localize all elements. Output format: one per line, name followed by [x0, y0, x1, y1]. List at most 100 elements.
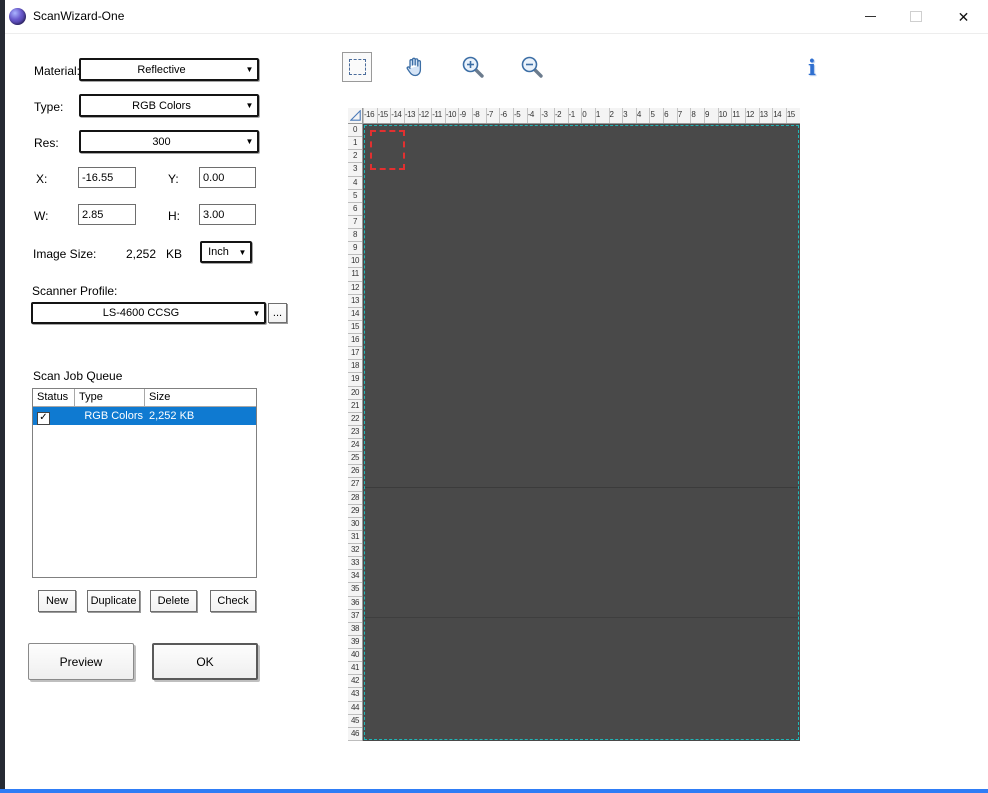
h-ruler-mark: -14 — [390, 108, 404, 123]
info-button[interactable]: i — [797, 52, 827, 82]
v-ruler-mark: 15 — [348, 321, 362, 334]
w-label: W: — [34, 209, 48, 223]
scan-job-queue-table: Status Type Size ✓RGB Colors2,252 KB — [32, 388, 257, 578]
selection-tool-button[interactable] — [342, 52, 372, 82]
scan-preview-area[interactable] — [363, 124, 800, 741]
h-label: H: — [168, 209, 180, 223]
chevron-down-icon: ▼ — [235, 248, 250, 257]
h-ruler-mark: 0 — [581, 108, 595, 123]
app-icon — [9, 8, 26, 25]
v-ruler-mark: 41 — [348, 662, 362, 675]
zoom-out-tool-button[interactable] — [517, 52, 547, 82]
pan-tool-button[interactable] — [400, 52, 430, 82]
unit-dropdown[interactable]: Inch ▼ — [200, 241, 252, 263]
h-ruler-mark: -4 — [527, 108, 541, 123]
job-queue-row[interactable]: ✓RGB Colors2,252 KB — [33, 407, 256, 425]
scan-artifact-line — [363, 487, 800, 488]
h-ruler-mark: -5 — [513, 108, 527, 123]
v-ruler-mark: 16 — [348, 334, 362, 347]
h-ruler-mark: 1 — [595, 108, 609, 123]
h-ruler-mark: 6 — [663, 108, 677, 123]
v-ruler-mark: 5 — [348, 190, 362, 203]
material-value: Reflective — [81, 64, 242, 76]
ruler-corner — [348, 108, 363, 124]
h-ruler-mark: 16 — [800, 108, 801, 123]
scan-artifact-line — [363, 617, 800, 618]
y-field[interactable] — [199, 167, 256, 188]
material-label: Material: — [34, 64, 80, 78]
delete-button[interactable]: Delete — [150, 590, 197, 612]
job-status-cell: ✓ — [33, 407, 75, 425]
h-ruler-mark: -2 — [554, 108, 568, 123]
selection-marquee[interactable] — [370, 130, 405, 170]
browse-profile-button[interactable]: ... — [268, 303, 287, 323]
v-ruler-mark: 23 — [348, 426, 362, 439]
v-ruler-mark: 40 — [348, 649, 362, 662]
v-ruler-mark: 31 — [348, 531, 362, 544]
v-ruler-mark: 3 — [348, 163, 362, 176]
duplicate-button[interactable]: Duplicate — [87, 590, 140, 612]
v-ruler-mark: 45 — [348, 715, 362, 728]
scanner-profile-value: LS-4600 CCSG — [33, 307, 249, 319]
v-ruler-mark: 34 — [348, 570, 362, 583]
v-ruler-mark: 38 — [348, 623, 362, 636]
scanner-profile-dropdown[interactable]: LS-4600 CCSG ▼ — [31, 302, 266, 324]
v-ruler-mark: 26 — [348, 465, 362, 478]
h-ruler-mark: 15 — [786, 108, 800, 123]
column-header-status[interactable]: Status — [33, 389, 75, 406]
h-ruler-mark: 11 — [731, 108, 745, 123]
h-ruler-mark: 4 — [636, 108, 650, 123]
v-ruler-mark: 36 — [348, 597, 362, 610]
image-size-value: 2,252 — [124, 247, 156, 261]
preview-button[interactable]: Preview — [28, 643, 134, 680]
h-ruler-mark: 2 — [609, 108, 623, 123]
v-ruler-mark: 18 — [348, 360, 362, 373]
image-size-unit: KB — [166, 247, 182, 261]
v-ruler-mark: 32 — [348, 544, 362, 557]
zoom-in-tool-button[interactable] — [458, 52, 488, 82]
v-ruler-mark: 29 — [348, 505, 362, 518]
material-dropdown[interactable]: Reflective ▼ — [79, 58, 259, 81]
vertical-ruler: 0123456789101112131415161718192021222324… — [348, 124, 363, 741]
check-button[interactable]: Check — [210, 590, 256, 612]
horizontal-ruler: -16-15-14-13-12-11-10-9-8-7-6-5-4-3-2-10… — [363, 108, 800, 124]
scan-job-queue-label: Scan Job Queue — [33, 369, 122, 383]
minimize-button[interactable] — [847, 0, 893, 33]
marquee-icon — [349, 59, 366, 75]
v-ruler-mark: 25 — [348, 452, 362, 465]
x-label: X: — [36, 172, 47, 186]
v-ruler-mark: 0 — [348, 124, 362, 137]
scanner-profile-label: Scanner Profile: — [32, 284, 117, 298]
type-dropdown[interactable]: RGB Colors ▼ — [79, 94, 259, 117]
v-ruler-mark: 30 — [348, 518, 362, 531]
column-header-size[interactable]: Size — [145, 389, 256, 406]
v-ruler-mark: 7 — [348, 216, 362, 229]
job-type-cell: RGB Colors — [75, 410, 145, 422]
column-header-type[interactable]: Type — [75, 389, 145, 406]
v-ruler-mark: 14 — [348, 308, 362, 321]
h-ruler-mark: -3 — [540, 108, 554, 123]
h-ruler-mark: 5 — [649, 108, 663, 123]
v-ruler-mark: 46 — [348, 728, 362, 741]
v-ruler-mark: 22 — [348, 413, 362, 426]
scanwizard-window: { "window": { "title": "ScanWizard-One" … — [0, 0, 988, 793]
maximize-button[interactable] — [893, 0, 939, 33]
new-button[interactable]: New — [38, 590, 76, 612]
zoom-out-icon — [519, 54, 545, 80]
v-ruler-mark: 42 — [348, 675, 362, 688]
zoom-in-icon — [460, 54, 486, 80]
chevron-down-icon: ▼ — [242, 137, 257, 146]
h-field[interactable] — [199, 204, 256, 225]
w-field[interactable] — [78, 204, 136, 225]
ok-button[interactable]: OK — [152, 643, 258, 680]
close-button[interactable]: ✕ — [939, 0, 988, 33]
x-field[interactable] — [78, 167, 136, 188]
h-ruler-mark: -6 — [499, 108, 513, 123]
h-ruler-mark: -12 — [418, 108, 432, 123]
res-value: 300 — [81, 136, 242, 148]
res-dropdown[interactable]: 300 ▼ — [79, 130, 259, 153]
v-ruler-mark: 12 — [348, 282, 362, 295]
h-ruler-mark: 3 — [622, 108, 636, 123]
unit-value: Inch — [202, 246, 235, 258]
job-status-checkbox[interactable]: ✓ — [37, 412, 50, 425]
